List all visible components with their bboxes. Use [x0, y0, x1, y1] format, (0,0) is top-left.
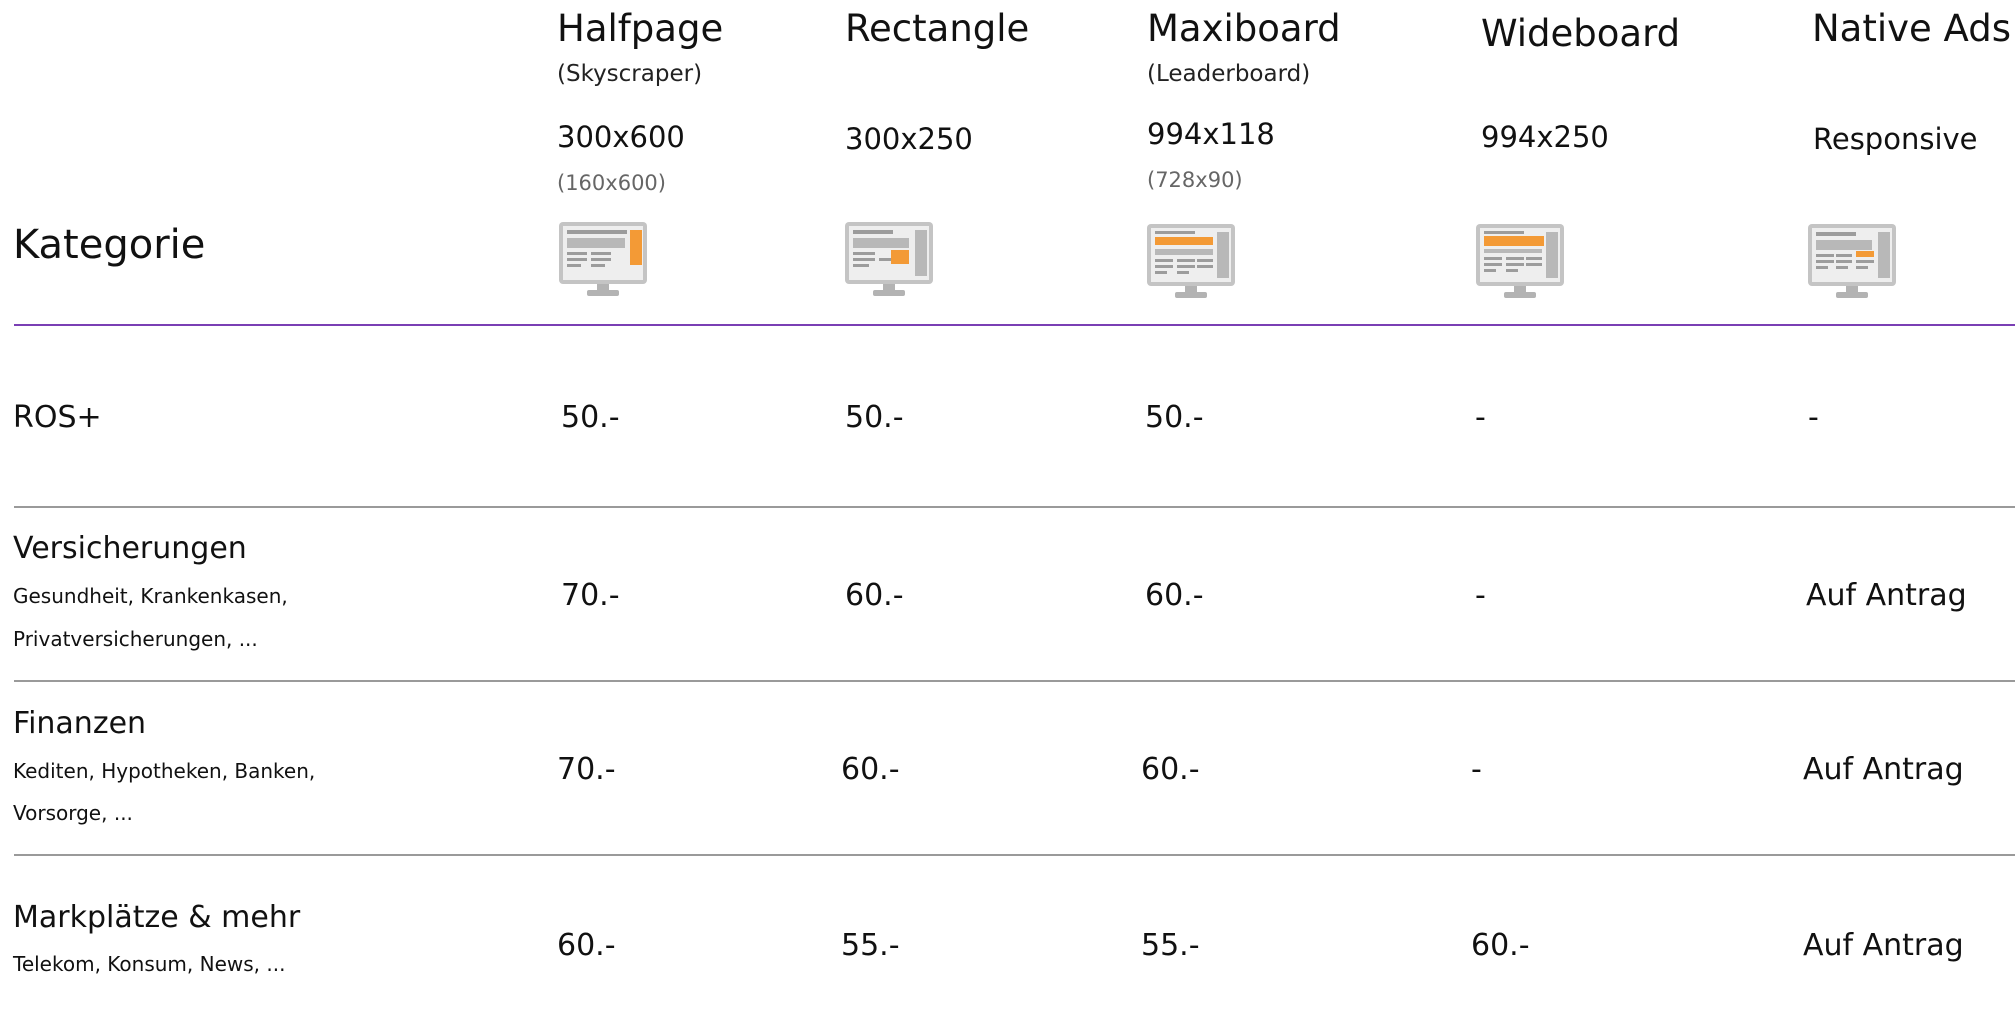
column-title: Halfpage	[557, 7, 724, 50]
column-title: Wideboard	[1481, 12, 1681, 55]
row-description: Kediten, Hypotheken, Banken,	[13, 759, 316, 783]
price-cell: 50.-	[845, 400, 904, 435]
row-description: Vorsorge, ...	[13, 801, 133, 825]
price-cell: -	[1471, 752, 1482, 787]
price-cell: 60.-	[841, 752, 900, 787]
column-subtitle: (Skyscraper)	[557, 61, 703, 87]
monitor-rectangle-icon	[845, 222, 933, 296]
kategorie-heading: Kategorie	[13, 222, 206, 268]
row-description: Telekom, Konsum, News, ...	[13, 952, 286, 976]
column-size: 300x600	[557, 120, 685, 154]
row-title: Versicherungen	[13, 531, 247, 566]
row-description: Privatversicherungen, ...	[13, 627, 258, 651]
column-title: Maxiboard	[1147, 7, 1341, 50]
price-cell: 70.-	[557, 752, 616, 787]
price-cell: 50.-	[561, 400, 620, 435]
column-title: Native Ads	[1812, 7, 2011, 50]
price-cell: 55.-	[841, 928, 900, 963]
row-title: Markplätze & mehr	[13, 900, 301, 935]
column-size: 300x250	[845, 122, 973, 156]
monitor-native-icon	[1808, 224, 1896, 298]
price-cell: 70.-	[561, 578, 620, 613]
column-size: Responsive	[1813, 122, 1978, 156]
column-subtitle: (Leaderboard)	[1147, 61, 1311, 87]
header-divider	[14, 324, 2015, 326]
monitor-maxiboard-icon	[1147, 224, 1235, 298]
column-alt-size: (728x90)	[1147, 168, 1243, 192]
row-title: Finanzen	[13, 706, 147, 741]
price-cell: -	[1808, 400, 1819, 435]
row-divider	[14, 680, 2015, 682]
price-cell: -	[1475, 400, 1486, 435]
price-cell: -	[1475, 578, 1486, 613]
column-title: Rectangle	[845, 7, 1030, 50]
column-size: 994x250	[1481, 120, 1609, 154]
row-divider	[14, 854, 2015, 856]
price-cell: Auf Antrag	[1806, 578, 1967, 613]
price-cell: 50.-	[1145, 400, 1204, 435]
price-cell: 60.-	[1145, 578, 1204, 613]
column-alt-size: (160x600)	[557, 171, 666, 195]
row-title: ROS+	[13, 400, 102, 435]
row-divider	[14, 506, 2015, 508]
price-cell: 60.-	[1471, 928, 1530, 963]
price-cell: 55.-	[1141, 928, 1200, 963]
monitor-wideboard-icon	[1476, 224, 1564, 298]
price-cell: 60.-	[1141, 752, 1200, 787]
column-size: 994x118	[1147, 117, 1275, 151]
price-cell: Auf Antrag	[1803, 752, 1964, 787]
price-cell: 60.-	[845, 578, 904, 613]
monitor-halfpage-icon	[559, 222, 647, 296]
price-cell: 60.-	[557, 928, 616, 963]
row-description: Gesundheit, Krankenkasen,	[13, 584, 288, 608]
price-cell: Auf Antrag	[1803, 928, 1964, 963]
